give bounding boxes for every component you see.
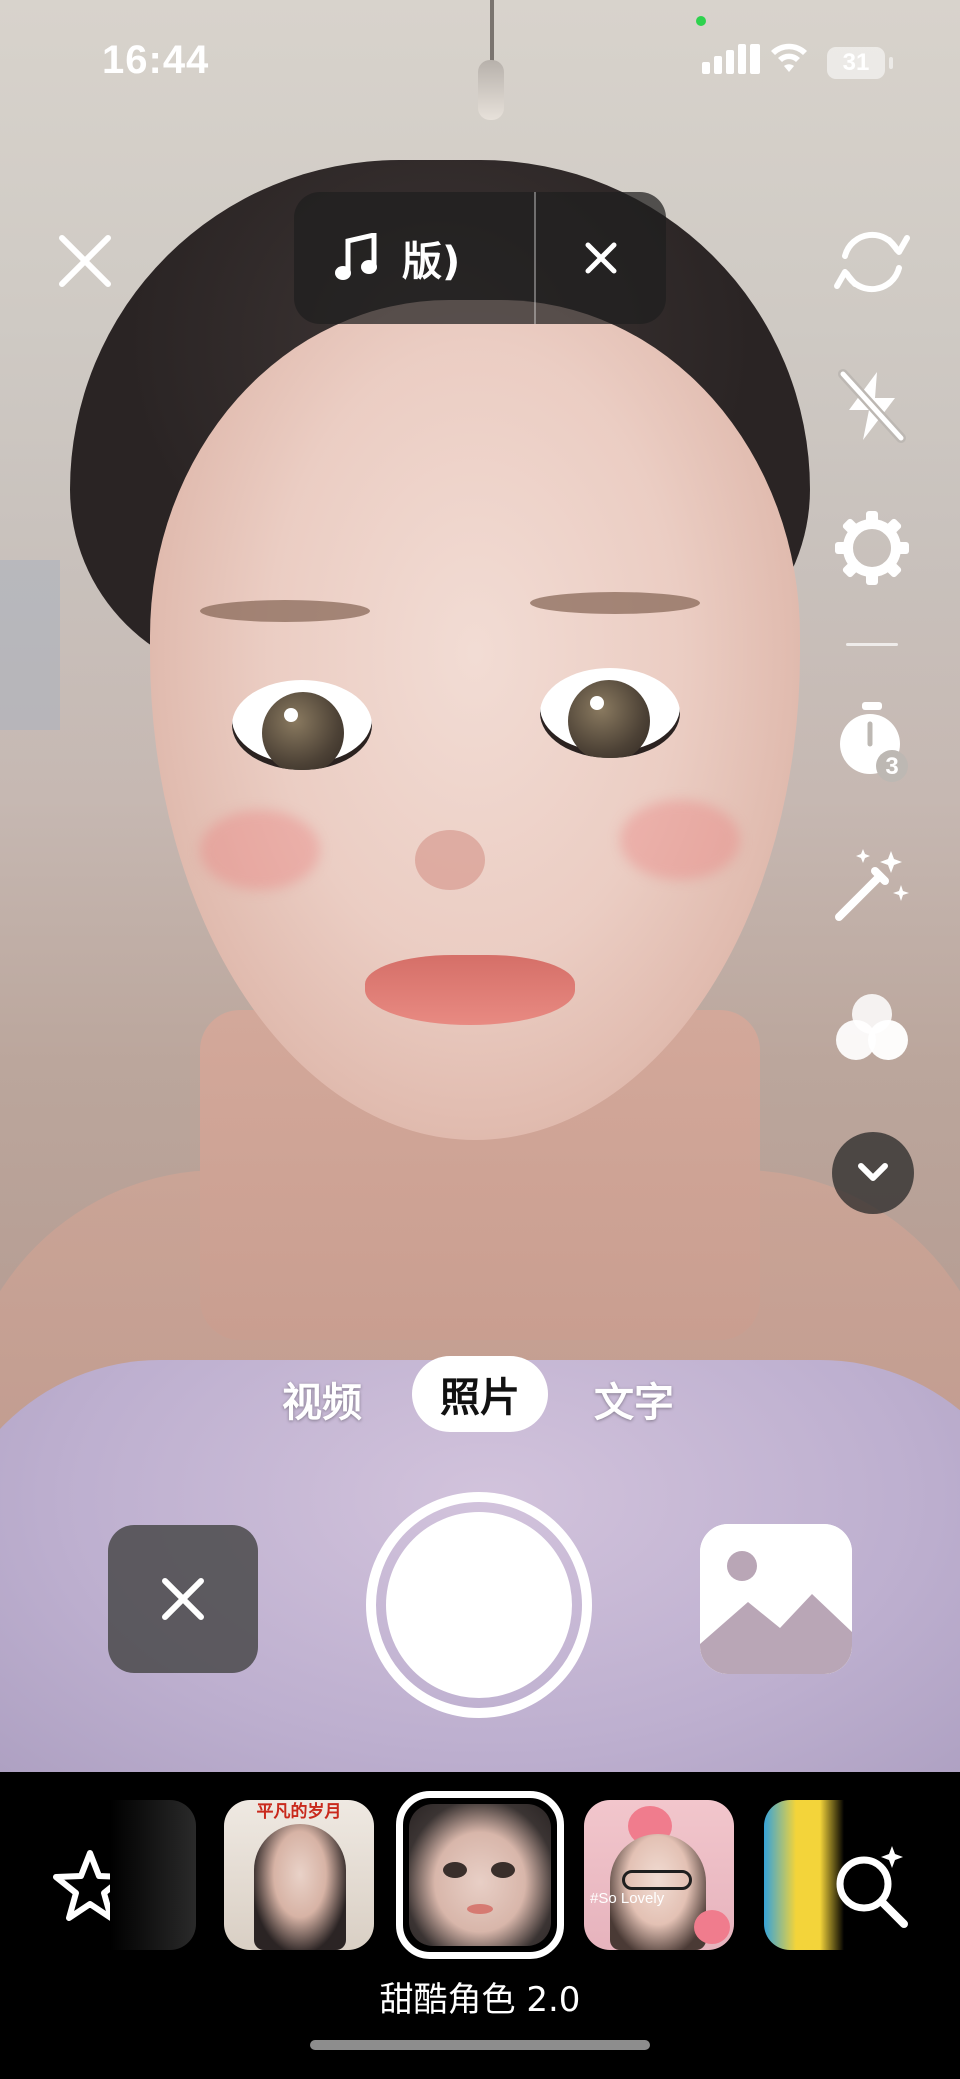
effect-thumb-faded[interactable] — [110, 1800, 196, 1950]
effect-thumb-1-title: 平凡的岁月 — [256, 1802, 342, 1822]
right-eye — [540, 668, 680, 758]
cancel-effect-button[interactable] — [108, 1525, 258, 1673]
music-label: 版) — [402, 239, 461, 285]
right-brow — [530, 592, 700, 614]
flip-camera-icon — [834, 231, 910, 293]
close-icon — [162, 1578, 204, 1620]
effect-thumb-selected-image — [409, 1804, 551, 1946]
beauty-wand-icon — [835, 849, 909, 921]
toolbar-separator — [846, 643, 898, 646]
home-indicator[interactable] — [310, 2040, 650, 2050]
close-camera-button[interactable] — [54, 230, 116, 292]
effect-thumb-3-caption: #So Lovely — [590, 1890, 665, 1907]
subject-nose — [415, 830, 485, 890]
gallery-image-icon — [700, 1524, 852, 1674]
effect-thumb-selected[interactable] — [396, 1791, 564, 1959]
cellular-signal-icon — [702, 44, 760, 74]
right-cheek — [620, 800, 740, 880]
effect-thumb-1[interactable]: 平凡的岁月 — [224, 1800, 374, 1950]
tab-video[interactable]: 视频 — [282, 1370, 362, 1428]
capture-mode-tabs: 视频 照片 文字 — [0, 1356, 960, 1436]
tab-photo[interactable]: 照片 — [412, 1356, 548, 1432]
music-note-icon — [335, 233, 377, 280]
shutter-inner — [386, 1512, 572, 1698]
gallery-button[interactable] — [700, 1524, 852, 1674]
timer-badge: 3 — [885, 753, 898, 780]
wall-shadow — [0, 560, 60, 730]
remove-music-button[interactable] — [536, 192, 666, 324]
search-effects-button[interactable] — [828, 1842, 918, 1932]
settings-gear-icon — [835, 511, 909, 585]
expand-tools-button[interactable] — [832, 1132, 914, 1214]
filters-icon — [836, 994, 908, 1060]
left-cheek — [200, 810, 320, 890]
beauty-button[interactable] — [830, 842, 914, 926]
shutter-button[interactable] — [366, 1492, 592, 1718]
battery-icon: 31 — [827, 47, 893, 79]
status-bar: 16:44 31 — [0, 0, 960, 120]
close-icon — [59, 235, 111, 287]
filters-button[interactable] — [830, 986, 914, 1070]
music-selector[interactable]: 版) — [294, 192, 666, 324]
camera-indicator-dot — [696, 16, 706, 26]
flip-camera-button[interactable] — [830, 220, 914, 304]
chevron-down-icon — [858, 1163, 888, 1181]
effect-search-icon — [836, 1846, 908, 1928]
status-time: 16:44 — [102, 38, 210, 82]
timer-icon: 3 — [840, 702, 908, 782]
tab-text[interactable]: 文字 — [594, 1370, 674, 1428]
timer-button[interactable]: 3 — [830, 700, 914, 784]
effect-thumb-3[interactable]: #So Lovely — [584, 1800, 734, 1950]
flash-off-icon — [838, 369, 906, 443]
subject-lips — [365, 955, 575, 1025]
left-eye — [232, 680, 372, 770]
flash-button[interactable] — [830, 364, 914, 448]
music-track[interactable]: 版) — [294, 192, 534, 324]
settings-button[interactable] — [830, 506, 914, 590]
selected-effect-name: 甜酷角色 2.0 — [379, 1980, 581, 2020]
left-brow — [200, 600, 370, 622]
close-icon — [585, 242, 617, 274]
wifi-icon — [771, 43, 807, 72]
